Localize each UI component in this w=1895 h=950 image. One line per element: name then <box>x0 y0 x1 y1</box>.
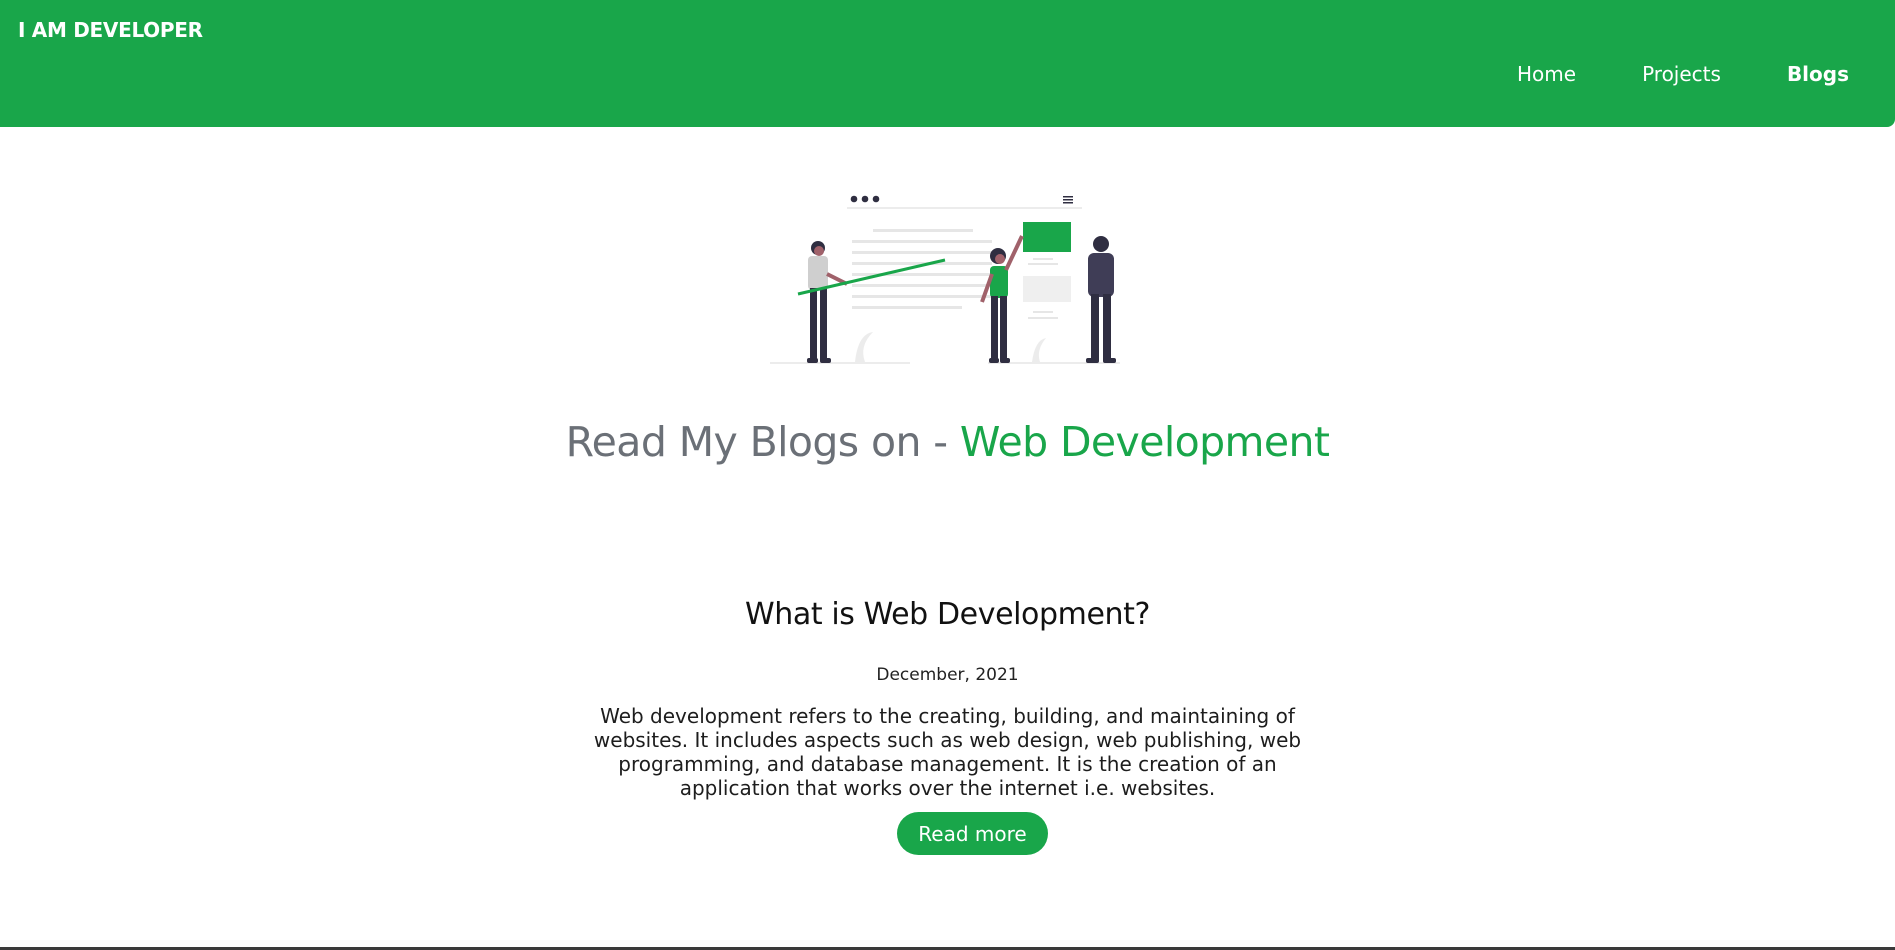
read-more-button[interactable]: Read more <box>897 812 1048 855</box>
team-presentation-illustration <box>770 188 1130 368</box>
page-title: Read My Blogs on - Web Development <box>0 418 1895 466</box>
page-title-prefix: Read My Blogs on - <box>565 418 960 466</box>
nav-link-projects[interactable]: Projects <box>1642 62 1721 86</box>
nav-link-home[interactable]: Home <box>1517 62 1576 86</box>
top-header: I AM DEVELOPER Home Projects Blogs <box>0 0 1895 127</box>
blog-post-title: What is Web Development? <box>744 597 1151 632</box>
main-nav: Home Projects Blogs <box>1517 62 1849 86</box>
brand-logo-text[interactable]: I AM DEVELOPER <box>18 18 203 42</box>
person-reaching <box>980 235 1024 363</box>
person-pointing <box>797 241 946 363</box>
nav-link-blogs[interactable]: Blogs <box>1787 62 1849 86</box>
blog-post-excerpt: Web development refers to the creating, … <box>593 704 1302 800</box>
browser-window-graphic <box>847 195 1082 209</box>
blog-post-date: December, 2021 <box>876 665 1019 685</box>
page-title-accent: Web Development <box>959 418 1330 466</box>
person-standing <box>1086 236 1116 363</box>
page: I AM DEVELOPER Home Projects Blogs Read … <box>0 0 1895 950</box>
